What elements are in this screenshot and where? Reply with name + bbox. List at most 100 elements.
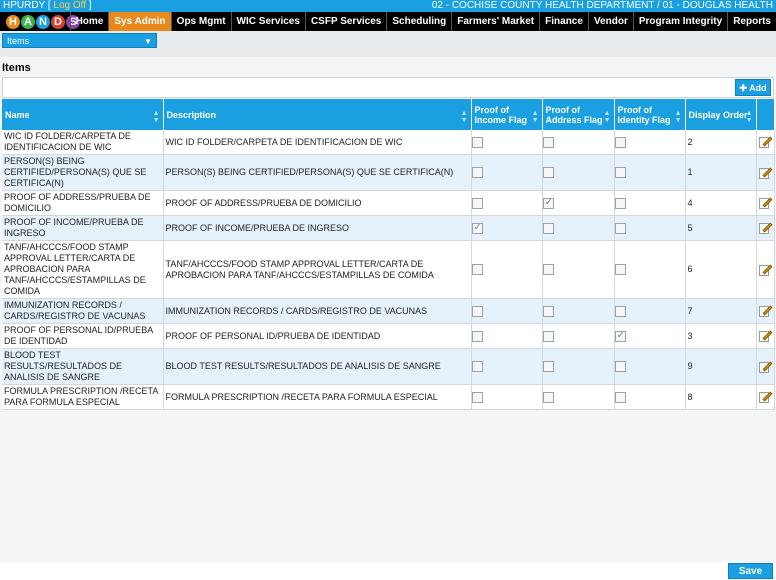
column-header-income-flag[interactable]: Proof of Income Flag ▲ ▼ — [471, 99, 543, 130]
column-header-display-order[interactable]: Display Order ▲ ▼ — [685, 99, 757, 130]
column-header-name[interactable]: Name ▲ ▼ — [2, 99, 164, 130]
cell-identity-flag — [614, 384, 686, 410]
cell-identity-flag — [614, 190, 686, 216]
cell-income-flag — [471, 348, 543, 385]
cell-income-flag — [471, 240, 543, 299]
cell-identity-flag — [614, 130, 686, 155]
nav-item[interactable]: Home — [69, 12, 109, 31]
cell-identity-flag — [614, 348, 686, 385]
cell-address-flag — [542, 384, 615, 410]
nav-item[interactable]: CSFP Services — [304, 12, 386, 31]
nav-item[interactable]: Farmers' Market — [451, 12, 539, 31]
cell-description: PROOF OF ADDRESS/PRUEBA DE DOMICILIO — [163, 190, 472, 216]
table-row[interactable]: WIC ID FOLDER/CARPETA DE IDENTIFICACION … — [2, 130, 775, 155]
cell-income-flag — [471, 323, 543, 349]
table-row[interactable]: FORMULA PRESCRIPTION /RECETA PARA FORMUL… — [2, 384, 775, 410]
cell-description: IMMUNIZATION RECORDS / CARDS/REGISTRO DE… — [163, 298, 472, 324]
sort-icon: ▲ ▼ — [460, 110, 468, 124]
column-header-identity-flag[interactable]: Proof of Identity Flag ▲ ▼ — [614, 99, 686, 130]
edit-icon[interactable] — [758, 167, 772, 179]
income-flag-checkbox — [471, 305, 483, 317]
sort-icon: ▲ ▼ — [531, 110, 539, 124]
cell-display-order: 3 — [685, 323, 757, 349]
chevron-down-icon: ▼ — [144, 37, 152, 46]
add-button-label: Add — [749, 83, 767, 93]
table-row[interactable]: PROOF OF PERSONAL ID/PRUEBA DE IDENTIDAD… — [2, 323, 775, 349]
cell-income-flag — [471, 154, 543, 191]
cell-edit — [756, 384, 775, 410]
cell-address-flag — [542, 323, 615, 349]
address-flag-checkbox — [542, 264, 554, 276]
cell-display-order: 7 — [685, 298, 757, 324]
address-flag-checkbox — [542, 222, 554, 234]
cell-description: PROOF OF PERSONAL ID/PRUEBA DE IDENTIDAD — [163, 323, 472, 349]
nav-item[interactable]: WIC Services — [230, 12, 305, 31]
logo-letter: A — [21, 15, 35, 29]
table-row[interactable]: PROOF OF ADDRESS/PRUEBA DE DOMICILIO PROO… — [2, 190, 775, 216]
address-flag-checkbox — [542, 167, 554, 179]
cell-edit — [756, 130, 775, 155]
column-header-description[interactable]: Description ▲ ▼ — [163, 99, 472, 130]
identity-flag-checkbox — [614, 222, 626, 234]
address-flag-checkbox — [542, 136, 554, 148]
cell-edit — [756, 323, 775, 349]
edit-icon[interactable] — [758, 361, 772, 373]
sort-icon: ▲ ▼ — [603, 110, 611, 124]
nav-item[interactable]: Ops Mgmt — [170, 12, 231, 31]
add-button[interactable]: ✚ Add — [735, 79, 771, 96]
cell-description: WIC ID FOLDER/CARPETA DE IDENTIFICACION … — [163, 130, 472, 155]
save-button[interactable]: Save — [728, 563, 773, 579]
cell-income-flag — [471, 298, 543, 324]
nav-item[interactable]: Reports — [727, 12, 776, 31]
cell-display-order: 5 — [685, 215, 757, 241]
section-dropdown[interactable]: Items ▼ — [2, 33, 157, 48]
edit-icon[interactable] — [758, 305, 772, 317]
cell-address-flag — [542, 130, 615, 155]
logout-link[interactable]: Log Off — [53, 0, 86, 11]
sub-navbar: Items ▼ — [0, 31, 776, 57]
table-row[interactable]: PERSON(S) BEING CERTIFIED/PERSONA(S) QUE… — [2, 154, 775, 191]
cell-name: FORMULA PRESCRIPTION /RECETA PARA FORMUL… — [2, 384, 164, 410]
income-flag-checkbox — [471, 197, 483, 209]
cell-description: PERSON(S) BEING CERTIFIED/PERSONA(S) QUE… — [163, 154, 472, 191]
cell-identity-flag — [614, 154, 686, 191]
address-flag-checkbox — [542, 305, 554, 317]
edit-icon[interactable] — [758, 197, 772, 209]
address-flag-checkbox — [542, 197, 554, 209]
logo-letter: H — [6, 15, 20, 29]
edit-icon[interactable] — [758, 222, 772, 234]
table-header-row: Name ▲ ▼ Description ▲ ▼ Proof of Income Fla… — [2, 99, 775, 130]
cell-display-order: 1 — [685, 154, 757, 191]
income-flag-checkbox — [471, 167, 483, 179]
cell-display-order: 4 — [685, 190, 757, 216]
edit-icon[interactable] — [758, 391, 772, 403]
clinic-name: 02 - COCHISE COUNTY HEALTH DEPARTMENT / … — [431, 0, 773, 11]
nav-item[interactable]: Finance — [539, 12, 588, 31]
edit-icon[interactable] — [758, 330, 772, 342]
nav-item[interactable]: Program Integrity — [632, 12, 727, 31]
nav-item[interactable]: Sys Admin — [108, 12, 171, 31]
sort-icon: ▲ ▼ — [152, 110, 160, 124]
edit-icon[interactable] — [758, 264, 772, 276]
income-flag-checkbox — [471, 222, 483, 234]
column-header-label: Proof of Identity Flag — [617, 104, 671, 125]
column-header-label: Display Order — [688, 109, 748, 120]
column-header-address-flag[interactable]: Proof of Address Flag ▲ ▼ — [542, 99, 615, 130]
table-row[interactable]: PROOF OF INCOME/PRUEBA DE INGRESO PROOF O… — [2, 215, 775, 241]
cell-edit — [756, 348, 775, 385]
cell-address-flag — [542, 215, 615, 241]
edit-icon[interactable] — [758, 136, 772, 148]
income-flag-checkbox — [471, 264, 483, 276]
column-header-label: Name — [5, 109, 30, 120]
nav-item[interactable]: Vendor — [587, 12, 633, 31]
cell-name: PROOF OF PERSONAL ID/PRUEBA DE IDENTIDAD — [2, 323, 164, 349]
cell-address-flag — [542, 298, 615, 324]
table-row[interactable]: TANF/AHCCCS/FOOD STAMP APPROVAL LETTER/C… — [2, 240, 775, 299]
nav-item[interactable]: Scheduling — [386, 12, 451, 31]
table-row[interactable]: BLOOD TEST RESULTS/RESULTADOS DE ANALISI… — [2, 348, 775, 385]
identity-flag-checkbox — [614, 136, 626, 148]
income-flag-checkbox — [471, 330, 483, 342]
cell-income-flag — [471, 384, 543, 410]
table-row[interactable]: IMMUNIZATION RECORDS / CARDS/REGISTRO DE… — [2, 298, 775, 324]
cell-name: IMMUNIZATION RECORDS / CARDS/REGISTRO DE… — [2, 298, 164, 324]
